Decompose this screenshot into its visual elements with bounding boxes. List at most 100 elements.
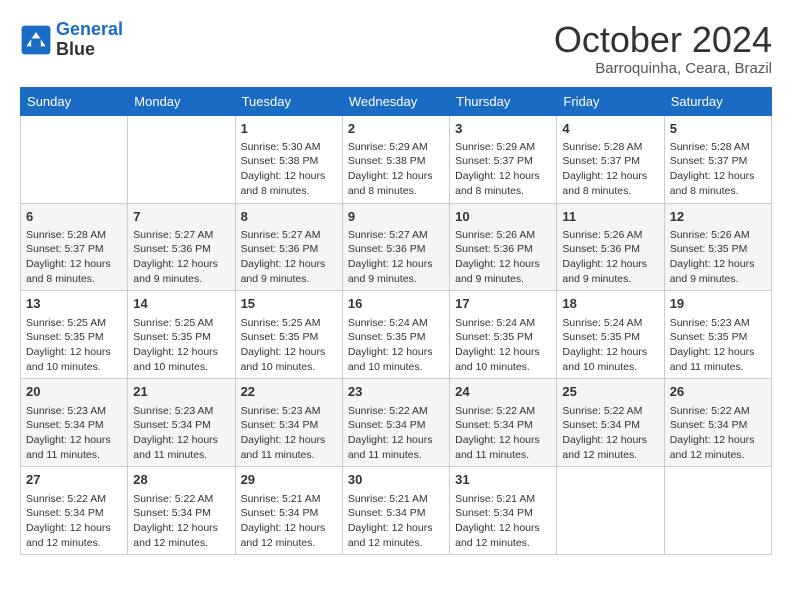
- day-number: 10: [455, 208, 551, 226]
- day-number: 31: [455, 471, 551, 489]
- calendar-cell: 13 Sunrise: 5:25 AM Sunset: 5:35 PM Dayli…: [21, 291, 128, 379]
- day-number: 17: [455, 295, 551, 313]
- day-info: Sunrise: 5:26 AM Sunset: 5:36 PM Dayligh…: [562, 228, 658, 287]
- day-number: 24: [455, 383, 551, 401]
- day-number: 28: [133, 471, 229, 489]
- day-info: Sunrise: 5:24 AM Sunset: 5:35 PM Dayligh…: [455, 316, 551, 375]
- calendar-cell: 25Sunrise: 5:22 AM Sunset: 5:34 PM Dayli…: [557, 379, 664, 467]
- day-info: Sunrise: 5:28 AM Sunset: 5:37 PM Dayligh…: [670, 140, 766, 199]
- day-info: Sunrise: 5:21 AM Sunset: 5:34 PM Dayligh…: [455, 492, 551, 551]
- day-number: 1: [241, 120, 337, 138]
- day-number: 11: [562, 208, 658, 226]
- day-info: Sunrise: 5:25 AM Sunset: 5:35 PM Dayligh…: [133, 316, 229, 375]
- calendar-cell: 26Sunrise: 5:22 AM Sunset: 5:34 PM Dayli…: [664, 379, 771, 467]
- week-row-4: 20 Sunrise: 5:23 AM Sunset: 5:34 PM Dayli…: [21, 379, 772, 467]
- location-subtitle: Barroquinha, Ceara, Brazil: [554, 60, 772, 77]
- day-number: 16: [348, 295, 444, 313]
- logo: General Blue: [20, 20, 123, 60]
- calendar-cell: 24 Sunrise: 5:22 AM Sunset: 5:34 PM Dayli…: [450, 379, 557, 467]
- day-number: 5: [670, 120, 766, 138]
- day-number: 14: [133, 295, 229, 313]
- calendar-cell: 4 Sunrise: 5:28 AM Sunset: 5:37 PM Daylig…: [557, 115, 664, 203]
- day-info: Sunrise: 5:22 AM Sunset: 5:34 PM Dayligh…: [26, 492, 122, 551]
- calendar-cell: 14 Sunrise: 5:25 AM Sunset: 5:35 PM Dayli…: [128, 291, 235, 379]
- day-number: 21: [133, 383, 229, 401]
- calendar-cell: [557, 467, 664, 555]
- page-header: General Blue October 2024 Barroquinha, C…: [20, 20, 772, 77]
- week-row-3: 13 Sunrise: 5:25 AM Sunset: 5:35 PM Dayli…: [21, 291, 772, 379]
- day-info: Sunrise: 5:22 AM Sunset: 5:34 PM Dayligh…: [133, 492, 229, 551]
- day-info: Sunrise: 5:29 AM Sunset: 5:37 PM Dayligh…: [455, 140, 551, 199]
- calendar-cell: 20 Sunrise: 5:23 AM Sunset: 5:34 PM Dayli…: [21, 379, 128, 467]
- title-block: October 2024 Barroquinha, Ceara, Brazil: [554, 20, 772, 77]
- header-monday: Monday: [128, 87, 235, 115]
- day-number: 20: [26, 383, 122, 401]
- calendar-cell: [664, 467, 771, 555]
- day-info: Sunrise: 5:28 AM Sunset: 5:37 PM Dayligh…: [562, 140, 658, 199]
- day-number: 3: [455, 120, 551, 138]
- day-info: Sunrise: 5:24 AM Sunset: 5:35 PM Dayligh…: [562, 316, 658, 375]
- calendar-cell: 28 Sunrise: 5:22 AM Sunset: 5:34 PM Dayli…: [128, 467, 235, 555]
- calendar-cell: 10 Sunrise: 5:26 AM Sunset: 5:36 PM Dayli…: [450, 203, 557, 291]
- day-info: Sunrise: 5:27 AM Sunset: 5:36 PM Dayligh…: [348, 228, 444, 287]
- week-row-2: 6Sunrise: 5:28 AM Sunset: 5:37 PM Daylig…: [21, 203, 772, 291]
- day-number: 29: [241, 471, 337, 489]
- day-info: Sunrise: 5:23 AM Sunset: 5:34 PM Dayligh…: [26, 404, 122, 463]
- day-info: Sunrise: 5:21 AM Sunset: 5:34 PM Dayligh…: [348, 492, 444, 551]
- day-number: 18: [562, 295, 658, 313]
- header-thursday: Thursday: [450, 87, 557, 115]
- calendar-cell: [128, 115, 235, 203]
- calendar-cell: 30 Sunrise: 5:21 AM Sunset: 5:34 PM Dayli…: [342, 467, 449, 555]
- logo-icon: [20, 24, 52, 56]
- day-info: Sunrise: 5:28 AM Sunset: 5:37 PM Dayligh…: [26, 228, 122, 287]
- calendar-cell: 3 Sunrise: 5:29 AM Sunset: 5:37 PM Daylig…: [450, 115, 557, 203]
- calendar-cell: 23Sunrise: 5:22 AM Sunset: 5:34 PM Dayli…: [342, 379, 449, 467]
- calendar-cell: 27Sunrise: 5:22 AM Sunset: 5:34 PM Dayli…: [21, 467, 128, 555]
- day-number: 13: [26, 295, 122, 313]
- calendar-cell: 7 Sunrise: 5:27 AM Sunset: 5:36 PM Daylig…: [128, 203, 235, 291]
- day-info: Sunrise: 5:25 AM Sunset: 5:35 PM Dayligh…: [241, 316, 337, 375]
- calendar-cell: 15 Sunrise: 5:25 AM Sunset: 5:35 PM Dayli…: [235, 291, 342, 379]
- header-wednesday: Wednesday: [342, 87, 449, 115]
- calendar-cell: 9Sunrise: 5:27 AM Sunset: 5:36 PM Daylig…: [342, 203, 449, 291]
- month-title: October 2024: [554, 20, 772, 60]
- calendar-cell: 1 Sunrise: 5:30 AM Sunset: 5:38 PM Daylig…: [235, 115, 342, 203]
- calendar-cell: 2 Sunrise: 5:29 AM Sunset: 5:38 PM Daylig…: [342, 115, 449, 203]
- day-number: 8: [241, 208, 337, 226]
- day-number: 25: [562, 383, 658, 401]
- week-row-1: 1 Sunrise: 5:30 AM Sunset: 5:38 PM Daylig…: [21, 115, 772, 203]
- calendar-cell: 31 Sunrise: 5:21 AM Sunset: 5:34 PM Dayli…: [450, 467, 557, 555]
- day-number: 7: [133, 208, 229, 226]
- day-info: Sunrise: 5:23 AM Sunset: 5:35 PM Dayligh…: [670, 316, 766, 375]
- day-number: 4: [562, 120, 658, 138]
- day-info: Sunrise: 5:26 AM Sunset: 5:35 PM Dayligh…: [670, 228, 766, 287]
- calendar-table: SundayMondayTuesdayWednesdayThursdayFrid…: [20, 87, 772, 556]
- calendar-cell: [21, 115, 128, 203]
- header-tuesday: Tuesday: [235, 87, 342, 115]
- calendar-cell: 21 Sunrise: 5:23 AM Sunset: 5:34 PM Dayli…: [128, 379, 235, 467]
- calendar-cell: 17 Sunrise: 5:24 AM Sunset: 5:35 PM Dayli…: [450, 291, 557, 379]
- day-number: 19: [670, 295, 766, 313]
- day-info: Sunrise: 5:30 AM Sunset: 5:38 PM Dayligh…: [241, 140, 337, 199]
- day-number: 2: [348, 120, 444, 138]
- day-number: 30: [348, 471, 444, 489]
- week-row-5: 27Sunrise: 5:22 AM Sunset: 5:34 PM Dayli…: [21, 467, 772, 555]
- logo-text: General Blue: [56, 20, 123, 60]
- day-number: 15: [241, 295, 337, 313]
- calendar-cell: 12Sunrise: 5:26 AM Sunset: 5:35 PM Dayli…: [664, 203, 771, 291]
- day-info: Sunrise: 5:29 AM Sunset: 5:38 PM Dayligh…: [348, 140, 444, 199]
- calendar-cell: 18 Sunrise: 5:24 AM Sunset: 5:35 PM Dayli…: [557, 291, 664, 379]
- day-number: 26: [670, 383, 766, 401]
- day-info: Sunrise: 5:22 AM Sunset: 5:34 PM Dayligh…: [348, 404, 444, 463]
- day-info: Sunrise: 5:27 AM Sunset: 5:36 PM Dayligh…: [133, 228, 229, 287]
- day-info: Sunrise: 5:23 AM Sunset: 5:34 PM Dayligh…: [133, 404, 229, 463]
- calendar-cell: 22Sunrise: 5:23 AM Sunset: 5:34 PM Dayli…: [235, 379, 342, 467]
- day-info: Sunrise: 5:26 AM Sunset: 5:36 PM Dayligh…: [455, 228, 551, 287]
- calendar-header-row: SundayMondayTuesdayWednesdayThursdayFrid…: [21, 87, 772, 115]
- day-info: Sunrise: 5:22 AM Sunset: 5:34 PM Dayligh…: [455, 404, 551, 463]
- header-friday: Friday: [557, 87, 664, 115]
- day-info: Sunrise: 5:25 AM Sunset: 5:35 PM Dayligh…: [26, 316, 122, 375]
- calendar-cell: 8Sunrise: 5:27 AM Sunset: 5:36 PM Daylig…: [235, 203, 342, 291]
- day-info: Sunrise: 5:21 AM Sunset: 5:34 PM Dayligh…: [241, 492, 337, 551]
- day-info: Sunrise: 5:23 AM Sunset: 5:34 PM Dayligh…: [241, 404, 337, 463]
